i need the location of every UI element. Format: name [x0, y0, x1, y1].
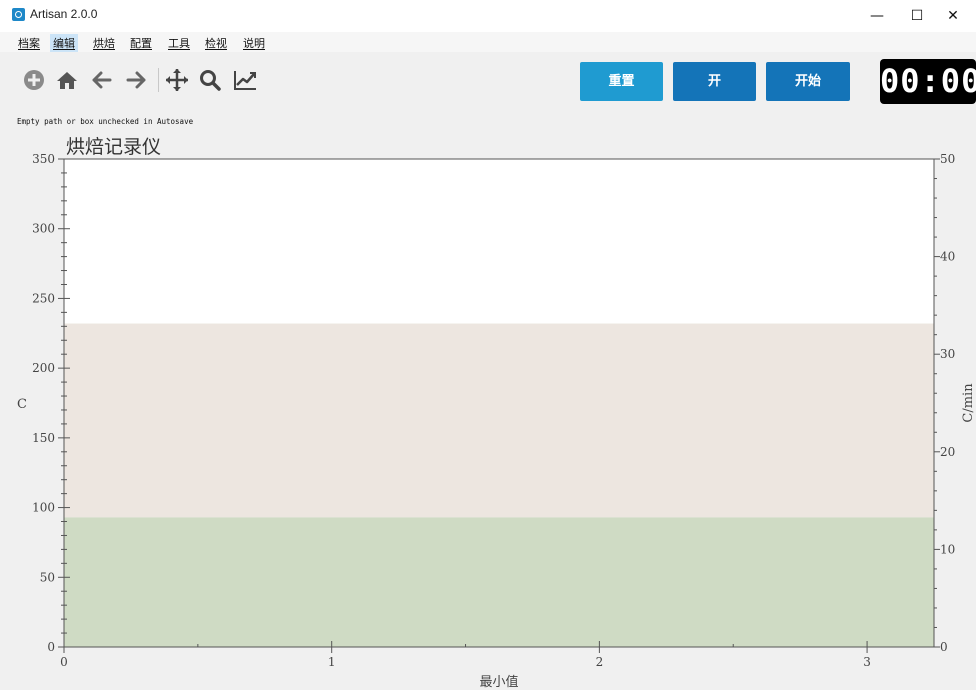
y2-tick-label: 0 [940, 640, 948, 654]
y-axis-label: C [17, 397, 27, 412]
y-tick-label: 100 [32, 501, 55, 515]
band-0 [64, 517, 934, 647]
app-window: Artisan 2.0.0 — ☐ ✕ 档案 编辑 烘焙 配置 工具 检视 说明 [0, 0, 976, 690]
y-tick-label: 350 [32, 152, 55, 166]
y-tick-label: 250 [32, 291, 55, 305]
y2-axis-label: C/min [961, 383, 976, 423]
x-tick-label: 3 [863, 655, 871, 669]
y-tick-label: 200 [32, 361, 55, 375]
x-tick-label: 1 [328, 655, 336, 669]
y2-tick-label: 40 [940, 250, 955, 264]
y2-tick-label: 30 [940, 347, 955, 361]
x-tick-label: 0 [60, 655, 68, 669]
band-1 [64, 323, 934, 518]
y2-tick-label: 50 [940, 152, 955, 166]
y-tick-label: 50 [40, 570, 55, 584]
y-tick-label: 150 [32, 431, 55, 445]
roast-chart[interactable]: 0 50 100 150 200 250 300 350 0 10 20 30 40 50 0 1 2 3 C C/m… [0, 0, 976, 690]
band-2 [64, 159, 934, 324]
x-tick-label: 2 [596, 655, 604, 669]
y2-tick-label: 20 [940, 445, 955, 459]
y-tick-label: 0 [47, 640, 55, 654]
y2-tick-label: 10 [940, 542, 955, 556]
bottom-strip [0, 690, 976, 698]
x-axis-label: 最小值 [479, 674, 518, 690]
y-tick-label: 300 [32, 222, 55, 236]
